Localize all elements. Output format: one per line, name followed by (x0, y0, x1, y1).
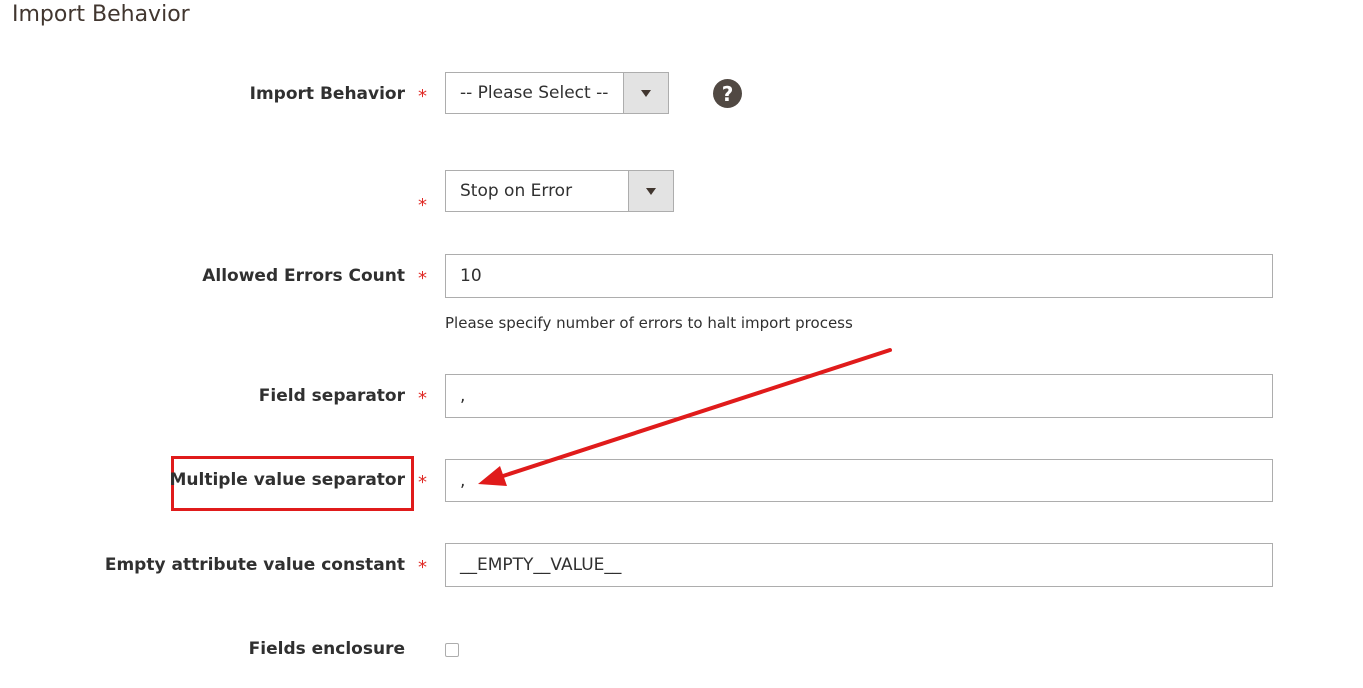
help-icon[interactable]: ? (713, 79, 742, 108)
section-title: Import Behavior (12, 2, 190, 27)
required-star: * (418, 195, 427, 216)
fields-enclosure-label: Fields enclosure (248, 639, 405, 659)
field-separator-input[interactable]: , (445, 374, 1273, 418)
allowed-errors-label: Allowed Errors Count (202, 266, 405, 286)
import-behavior-select[interactable]: -- Please Select -- (445, 72, 669, 114)
error-mode-select-value: Stop on Error (460, 181, 573, 201)
fields-enclosure-checkbox[interactable] (445, 643, 459, 657)
multiple-value-separator-input[interactable]: , (445, 459, 1273, 502)
chevron-down-icon (641, 89, 651, 97)
required-star: * (418, 472, 427, 493)
dropdown-button[interactable] (623, 73, 668, 113)
multiple-value-separator-label: Multiple value separator (169, 470, 405, 490)
empty-attribute-input[interactable]: __EMPTY__VALUE__ (445, 543, 1273, 587)
dropdown-button[interactable] (628, 171, 673, 211)
required-star: * (418, 388, 427, 409)
required-star: * (418, 86, 427, 107)
required-star: * (418, 268, 427, 289)
error-mode-select[interactable]: Stop on Error (445, 170, 674, 212)
allowed-errors-note: Please specify number of errors to halt … (445, 314, 853, 332)
import-behavior-select-value: -- Please Select -- (460, 83, 609, 103)
import-behavior-form: Import Behavior Import Behavior * -- Ple… (0, 0, 1363, 688)
import-behavior-label: Import Behavior (249, 84, 405, 104)
empty-attribute-label: Empty attribute value constant (104, 555, 405, 575)
chevron-down-icon (646, 187, 656, 195)
required-star: * (418, 557, 427, 578)
allowed-errors-input[interactable]: 10 (445, 254, 1273, 298)
field-separator-label: Field separator (258, 386, 405, 406)
